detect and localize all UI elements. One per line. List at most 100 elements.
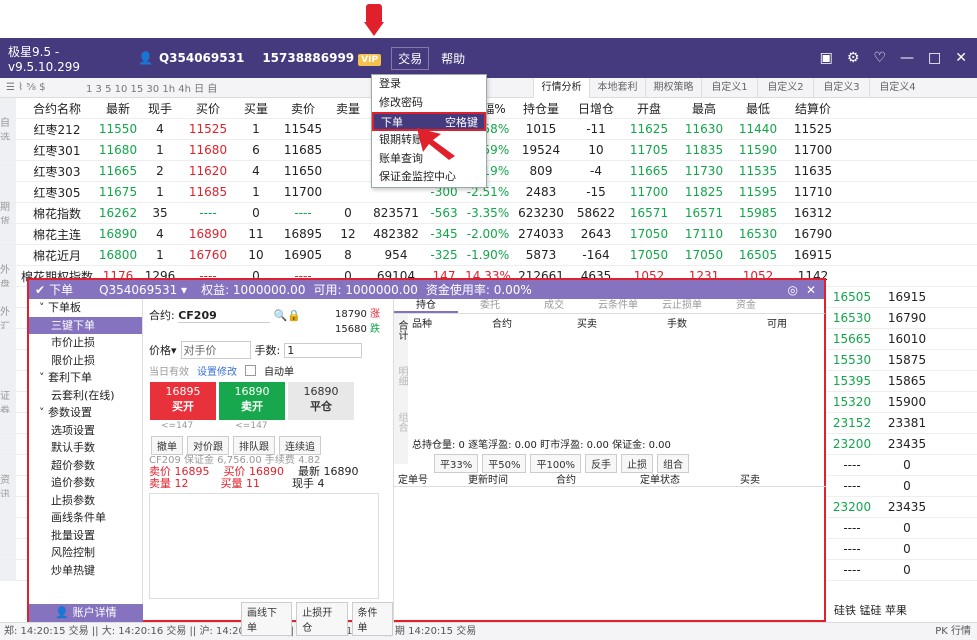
- column-header[interactable]: 结算价: [784, 100, 842, 117]
- side-tab[interactable]: 合计: [394, 314, 409, 360]
- close-icon[interactable]: ✕: [806, 283, 816, 297]
- account-detail-button[interactable]: 👤 账户详情: [29, 604, 143, 622]
- nav-item[interactable]: ˅ 参数设置: [29, 404, 142, 422]
- qty-input[interactable]: 1: [284, 342, 363, 358]
- position-column[interactable]: 品种: [412, 315, 492, 330]
- bottom-button[interactable]: 画线下单: [241, 602, 293, 636]
- position-column[interactable]: 手数: [667, 315, 767, 330]
- nav-item[interactable]: 限价止损: [29, 352, 142, 370]
- tab-2[interactable]: 成交: [522, 299, 586, 313]
- toolbar-tab[interactable]: 期权策略: [645, 78, 701, 98]
- toolbar-tab[interactable]: 自定义2: [757, 78, 813, 98]
- nav-item[interactable]: 批量设置: [29, 527, 142, 545]
- contract-input[interactable]: CF209: [178, 309, 271, 323]
- column-header[interactable]: 现手: [138, 100, 182, 117]
- validity-label[interactable]: 当日有效: [149, 363, 189, 378]
- sell-open-button[interactable]: 16890 卖开: [219, 382, 285, 420]
- nav-item[interactable]: 市价止损: [29, 334, 142, 352]
- panel-account[interactable]: Q354069531 ▾: [99, 283, 187, 297]
- column-header[interactable]: 卖量: [328, 100, 368, 117]
- price-label[interactable]: 价格▾: [149, 342, 177, 358]
- column-header[interactable]: 买价: [182, 100, 234, 117]
- column-header[interactable]: 开盘: [622, 100, 676, 117]
- menu-item-label: 修改密码: [379, 95, 423, 109]
- layout-icon[interactable]: ▣: [820, 50, 833, 66]
- table-row[interactable]: 棉花近月 16800 1 16760 10 16905 8 954 -325 -1.90% 5873…: [0, 245, 977, 266]
- toolbar-tab[interactable]: 自定义1: [701, 78, 757, 98]
- position-column[interactable]: 合约: [492, 315, 577, 330]
- search-icon[interactable]: 🔍: [274, 309, 288, 322]
- set-modify-link[interactable]: 设置修改: [197, 363, 237, 378]
- nav-item[interactable]: 云套利(在线): [29, 387, 142, 405]
- price-mode-input[interactable]: 对手价: [180, 341, 251, 359]
- nav-item[interactable]: 画线条件单: [29, 509, 142, 527]
- menu-item[interactable]: 修改密码: [372, 94, 486, 113]
- toolbar-tab[interactable]: 自定义4: [869, 78, 925, 98]
- auto-checkbox[interactable]: [245, 365, 256, 376]
- column-header[interactable]: 最低: [732, 100, 784, 117]
- settings-icon[interactable]: ⚙: [847, 50, 860, 66]
- menu-item[interactable]: 登录: [372, 75, 486, 94]
- nav-item[interactable]: 超价参数: [29, 457, 142, 475]
- nav-item[interactable]: 默认手数: [29, 439, 142, 457]
- order-column[interactable]: 定单状态: [636, 471, 736, 486]
- toolbar-icons[interactable]: ☰ ⌇ ⅝ $: [6, 82, 46, 93]
- period-selector[interactable]: 1 3 5 10 15 30 1h 4h 日 自: [86, 80, 217, 95]
- close-position-button[interactable]: 16890 平仓: [288, 382, 354, 420]
- nav-item[interactable]: 炒单热键: [29, 562, 142, 580]
- table-row[interactable]: 红枣30111680111680611685-310-2.59%19524101…: [0, 140, 977, 161]
- bottom-tabs[interactable]: 硅铁 锰硅 苹果: [826, 600, 977, 622]
- menu-help[interactable]: 帮助: [441, 50, 465, 67]
- tab-5[interactable]: 资金: [714, 299, 778, 313]
- close-icon[interactable]: ✕: [955, 50, 967, 66]
- minimize-icon[interactable]: —: [900, 50, 914, 66]
- menu-item[interactable]: 保证金监控中心: [372, 168, 486, 187]
- tab-0[interactable]: 持仓: [394, 299, 458, 313]
- tab-4[interactable]: 云止损单: [650, 299, 714, 313]
- side-tab[interactable]: 组合: [394, 406, 409, 452]
- nav-item[interactable]: 止损参数: [29, 492, 142, 510]
- order-column[interactable]: 买卖: [736, 471, 826, 486]
- column-header[interactable]: 持仓量: [512, 100, 570, 117]
- order-column[interactable]: 更新时间: [464, 471, 552, 486]
- column-header[interactable]: 日增仓: [570, 100, 622, 117]
- account-id[interactable]: 👤 Q354069531: [138, 51, 244, 65]
- order-column[interactable]: 定单号: [394, 471, 464, 486]
- nav-item[interactable]: 三键下单: [29, 316, 142, 334]
- nav-item[interactable]: 风险控制: [29, 544, 142, 562]
- nav-item[interactable]: ˅ 下单板: [29, 299, 142, 317]
- settings-icon[interactable]: ◎: [787, 283, 797, 297]
- table-row[interactable]: 红枣305 11675 1 11685 1 11700 -300 -2.51% 2483 -15 1…: [0, 182, 977, 203]
- order-column[interactable]: 合约: [552, 471, 636, 486]
- table-row[interactable]: 期货 棉花指数 16262 35 ---- 0 ---- 0 823571 -563 -3.35% 6…: [0, 202, 977, 228]
- tab-3[interactable]: 云条件单: [586, 299, 650, 313]
- nav-item[interactable]: ˅ 套利下单: [29, 369, 142, 387]
- nav-item[interactable]: 选项设置: [29, 422, 142, 440]
- side-tab[interactable]: 明细: [394, 360, 409, 406]
- toolbar-tab[interactable]: 自定义3: [813, 78, 869, 98]
- table-row[interactable]: 红枣30311665211620411650-140-1.19%809-4116…: [0, 161, 977, 182]
- nav-item[interactable]: 追价参数: [29, 474, 142, 492]
- limit-down-price: 15680: [335, 324, 367, 335]
- toolbar-tab[interactable]: 本地套利: [589, 78, 645, 98]
- column-header[interactable]: 卖价: [278, 100, 328, 117]
- position-column[interactable]: 可用: [767, 315, 807, 330]
- table-row[interactable]: 自选红枣21211550411525111545-185-1.58%1015-1…: [0, 118, 977, 144]
- tab-1[interactable]: 委托: [458, 299, 522, 313]
- bottom-button[interactable]: 止损开仓: [296, 602, 348, 636]
- buy-open-button[interactable]: 16895 买开: [150, 382, 216, 420]
- bottom-button[interactable]: 条件单: [351, 602, 393, 636]
- toolbar-tab[interactable]: 行情分析: [533, 78, 589, 98]
- column-header[interactable]: 买量: [234, 100, 278, 117]
- cell: 11525: [793, 122, 833, 136]
- column-header[interactable]: 最新: [98, 100, 138, 117]
- lock-icon[interactable]: 🔒: [287, 309, 301, 322]
- table-row[interactable]: 棉花主连 16890 4 16890 11 16895 12 482382 -345 -2.00%…: [0, 224, 977, 245]
- column-header[interactable]: 最高: [676, 100, 732, 117]
- column-header[interactable]: 合约名称: [16, 100, 98, 117]
- position-column[interactable]: 买卖: [577, 315, 667, 330]
- menu-trade[interactable]: 交易: [391, 46, 430, 70]
- skin-icon[interactable]: ♡: [873, 50, 886, 66]
- cell: 11825: [684, 185, 724, 199]
- maximize-icon[interactable]: □: [928, 50, 941, 66]
